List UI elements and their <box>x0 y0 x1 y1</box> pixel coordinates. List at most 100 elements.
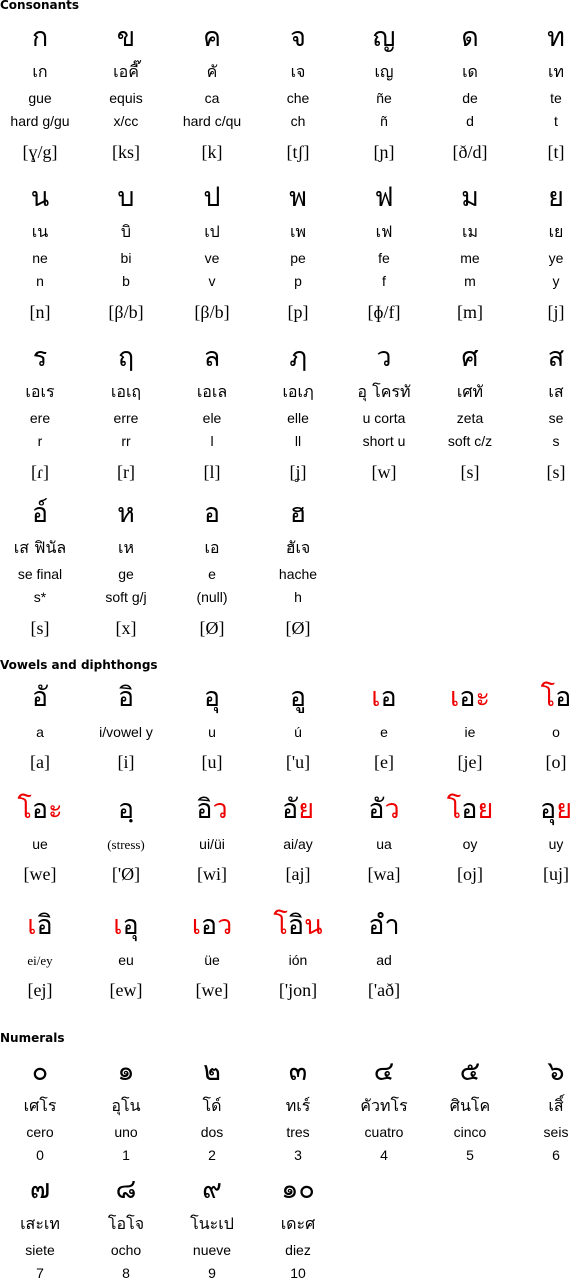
ipa-transcription: [s] <box>460 462 480 482</box>
vowel-mark: เ <box>27 910 37 941</box>
spanish-equivalent: y <box>552 273 560 289</box>
spanish-letter-name: che <box>286 90 310 106</box>
spanish-numeral-name: diez <box>285 1242 311 1258</box>
spanish-sound: ua <box>376 836 392 852</box>
thai-letter: ฮ <box>289 498 307 529</box>
vowel-mark: เ <box>191 910 201 941</box>
vowel-glyph: อิว <box>169 794 255 826</box>
thai-letter: ว <box>376 342 392 373</box>
arabic-numeral: 3 <box>294 1147 302 1163</box>
base-consonant: อ <box>31 682 49 713</box>
base-consonant: อ <box>281 794 299 825</box>
vowel-glyph: อฺ <box>83 794 169 826</box>
ipa-transcription: [m] <box>457 302 483 322</box>
vowel-glyph: อิ <box>83 682 169 714</box>
ipa-transcription: [oj] <box>457 864 483 884</box>
ipa-transcription: [aj] <box>285 864 311 884</box>
thai-letter: ย <box>548 182 564 213</box>
spanish-letter-name: elle <box>287 410 309 426</box>
thai-numeral: ๗ <box>29 1174 51 1205</box>
spanish-letter-name: me <box>460 250 480 266</box>
arabic-numeral: 6 <box>552 1147 560 1163</box>
spanish-letter-name: se final <box>17 566 63 582</box>
ipa-transcription: ['u] <box>285 752 311 772</box>
section-title-consonants: Consonants <box>0 0 80 12</box>
ipa-transcription: [ej] <box>27 980 53 1000</box>
base-consonant: อ <box>368 910 400 941</box>
spanish-sound: ión <box>288 952 308 968</box>
spanish-numeral-name: ocho <box>110 1242 142 1258</box>
ipa-transcription: ['jon] <box>278 980 318 1000</box>
base-consonant: อ <box>36 910 53 941</box>
spanish-equivalent: soft c/z <box>447 433 493 449</box>
vowel-glyph: เอุ <box>83 910 169 942</box>
base-consonant: อ <box>200 910 218 941</box>
spanish-equivalent: r <box>37 433 43 449</box>
base-consonant: อ <box>368 794 385 825</box>
thai-letter-name: เอเฤ <box>110 382 142 401</box>
ipa-transcription: [uj] <box>543 864 569 884</box>
spanish-sound: (stress) <box>107 837 145 852</box>
ipa-transcription: [w] <box>371 462 397 482</box>
vowel-glyph: โอย <box>427 794 513 826</box>
thai-letter-name: เฟ <box>375 222 393 241</box>
spanish-letter-name: de <box>462 90 478 106</box>
spanish-equivalent: rr <box>121 433 131 449</box>
thai-letter: ก <box>31 22 49 53</box>
base-consonant: อ <box>289 682 307 713</box>
spanish-equivalent: b <box>122 273 130 289</box>
vowel-mark: โ <box>17 794 32 825</box>
thai-letter-name: คั <box>206 62 218 81</box>
thai-numeral: ๖ <box>547 1056 565 1087</box>
spanish-equivalent: h <box>294 589 302 605</box>
thai-letter-name: เย <box>548 222 564 241</box>
vowel-mark: ว <box>217 910 233 941</box>
spanish-equivalent: (null) <box>196 589 228 605</box>
spanish-equivalent: ñ <box>380 113 388 129</box>
spanish-numeral-name: cuatro <box>364 1124 404 1140</box>
thai-letter-name: เอเฦ <box>282 382 314 401</box>
vowel-glyph: อำ <box>341 910 427 942</box>
spanish-sound: uy <box>548 836 564 852</box>
spanish-numeral-name: tres <box>286 1124 310 1140</box>
spanish-sound: i/vowel y <box>99 724 153 740</box>
spanish-numeral-name: uno <box>114 1124 138 1140</box>
vowel-glyph: โอ <box>513 682 572 714</box>
thai-letter-name: เศทั <box>456 382 484 401</box>
ipa-transcription: [ʝ] <box>289 462 307 482</box>
thai-numeral: ๑๐ <box>281 1174 315 1205</box>
spanish-sound: oy <box>462 836 478 852</box>
spanish-equivalent: hard c/qu <box>182 113 242 129</box>
thai-letter-name: เท <box>547 62 564 81</box>
spanish-letter-name: ca <box>204 90 220 106</box>
spanish-letter-name: ere <box>29 410 51 426</box>
thai-numeral: ๒ <box>203 1056 221 1087</box>
base-consonant: อ <box>380 682 397 713</box>
spanish-letter-name: ge <box>118 566 134 582</box>
thai-letter: ป <box>203 182 221 213</box>
thai-letter-name: เอเล <box>196 382 228 401</box>
vowel-glyph: โอิน <box>255 910 341 942</box>
spanish-sound: ú <box>294 724 302 740</box>
spanish-letter-name: ele <box>202 410 222 426</box>
spanish-equivalent: t <box>554 113 558 129</box>
base-consonant: อ <box>117 794 135 825</box>
base-consonant: อ <box>117 682 135 713</box>
thai-numeral-name: เดะศ <box>280 1214 316 1233</box>
base-consonant: อ <box>203 682 221 713</box>
ipa-transcription: [ks] <box>112 142 140 162</box>
spanish-sound: ue <box>32 836 48 852</box>
ipa-transcription: [a] <box>30 752 50 772</box>
thai-letter-name: เจ <box>290 62 306 81</box>
ipa-transcription: [Ø] <box>199 618 225 638</box>
ipa-transcription: [u] <box>201 752 223 772</box>
ipa-transcription: [ɾ] <box>31 462 49 482</box>
arabic-numeral: 9 <box>208 1265 216 1281</box>
spanish-equivalent: ch <box>290 113 306 129</box>
thai-letter: ศ <box>461 342 479 373</box>
ipa-transcription: [p] <box>287 302 309 322</box>
spanish-letter-name: ñe <box>376 90 392 106</box>
vowel-mark: โ <box>446 794 462 825</box>
spanish-sound: o <box>552 724 560 740</box>
thai-numeral-name: โด์ <box>202 1096 222 1115</box>
